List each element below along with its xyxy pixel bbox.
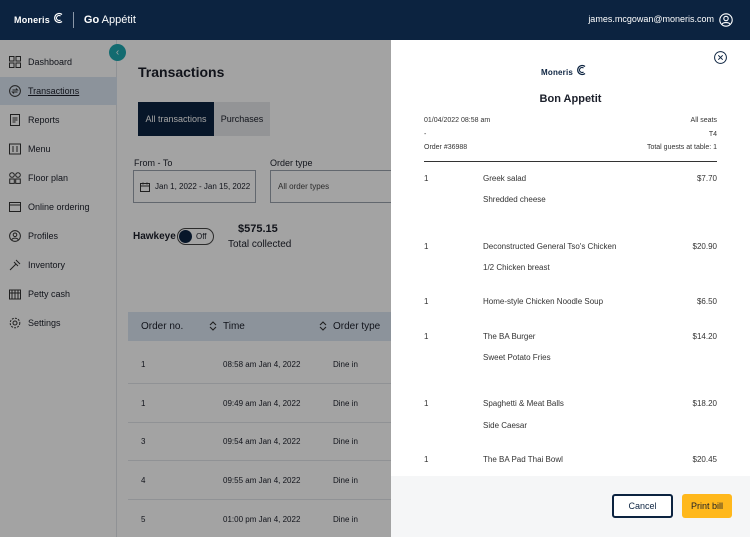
receipt-panel: Moneris Bon Appetit 01/04/2022 08:58 am … <box>391 40 750 537</box>
item-modifier: 1/2 Chicken breast <box>483 263 550 272</box>
item-price: $20.90 <box>692 242 717 251</box>
item-name: Spaghetti & Meat Balls <box>483 399 564 408</box>
receipt-order-number: Order #36988 <box>424 144 468 151</box>
item-name: Deconstructed General Tso's Chicken <box>483 242 617 251</box>
user-account-icon[interactable] <box>719 13 733 27</box>
close-icon[interactable] <box>714 51 727 64</box>
receipt-seats: All seats <box>690 117 717 124</box>
print-bill-button[interactable]: Print bill <box>682 494 732 518</box>
receipt-divider <box>424 161 717 162</box>
item-price: $7.70 <box>696 174 717 183</box>
brand-divider <box>72 12 74 28</box>
receipt-guests: Total guests at table: 1 <box>646 144 717 151</box>
item-qty: 1 <box>424 242 429 251</box>
moneris-wordmark: Moneris <box>14 15 50 25</box>
cancel-button[interactable]: Cancel <box>612 494 673 518</box>
item-qty: 1 <box>424 399 429 408</box>
item-qty: 1 <box>424 332 429 341</box>
receipt-moneris-wordmark: Moneris <box>541 67 574 77</box>
receipt-footer: Cancel Print bill <box>391 476 750 537</box>
top-bar: Moneris Go Appétit james.mcgowan@moneris… <box>0 0 750 40</box>
receipt-table: T4 <box>708 131 717 138</box>
item-price: $18.20 <box>692 399 717 408</box>
brand-logo[interactable]: Moneris Go Appétit <box>0 0 136 40</box>
restaurant-name: Bon Appetit <box>539 93 602 105</box>
item-price: $6.50 <box>696 297 717 306</box>
item-name: The BA Pad Thai Bowl <box>483 455 563 464</box>
item-name: Greek salad <box>483 174 527 183</box>
modal-backdrop[interactable] <box>0 40 391 537</box>
product-name: Go Appétit <box>83 14 136 26</box>
item-price: $14.20 <box>692 332 717 341</box>
moneris-logo-icon <box>577 64 586 76</box>
user-email[interactable]: james.mcgowan@moneris.com <box>588 14 714 24</box>
item-modifier: Shredded cheese <box>483 195 546 204</box>
item-price: $20.45 <box>692 455 717 464</box>
item-modifier: Sweet Potato Fries <box>483 353 551 362</box>
item-modifier: Side Caesar <box>483 421 528 430</box>
moneris-logo-icon <box>53 12 63 24</box>
item-qty: 1 <box>424 297 429 306</box>
receipt-dash: - <box>424 131 427 138</box>
item-name: Home-style Chicken Noodle Soup <box>483 297 604 306</box>
item-qty: 1 <box>424 174 429 183</box>
item-name: The BA Burger <box>483 332 536 341</box>
receipt-datetime: 01/04/2022 08:58 am <box>424 117 491 124</box>
receipt-logo: Moneris <box>541 64 588 78</box>
item-qty: 1 <box>424 455 429 464</box>
